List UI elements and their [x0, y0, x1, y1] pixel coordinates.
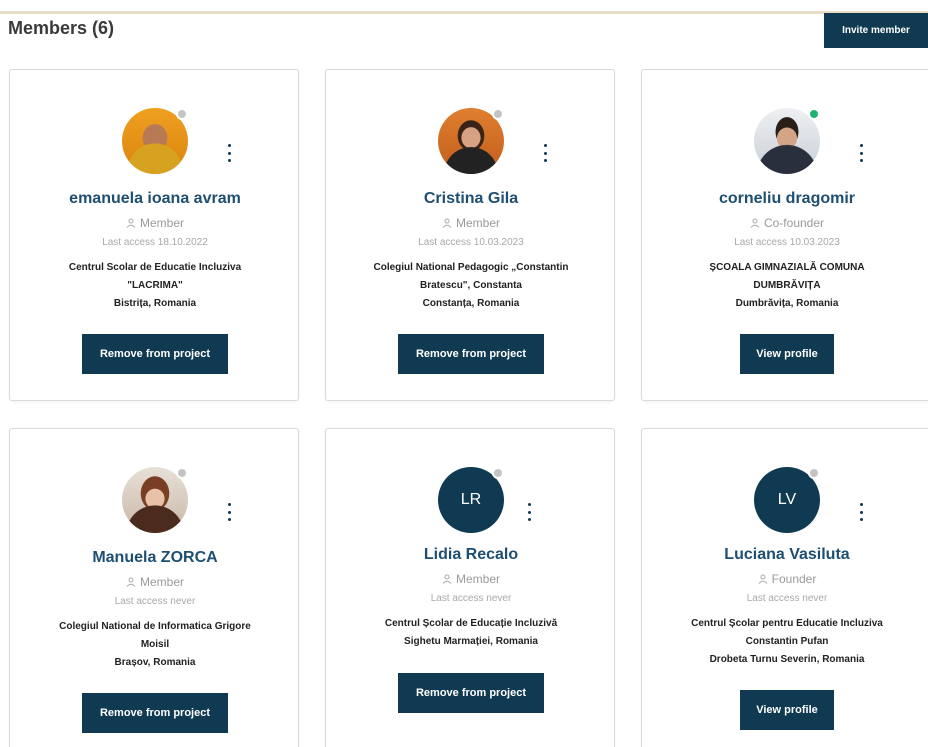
role-label: Founder — [771, 572, 817, 586]
last-access: Last access never — [746, 593, 828, 604]
avatar[interactable] — [122, 467, 188, 533]
last-access: Last access never — [114, 596, 196, 607]
location: Bistrița, Romania — [113, 298, 197, 309]
member-name[interactable]: corneliu dragomir — [642, 190, 928, 208]
member-card: LR Lidia Recalo Member Last access never… — [325, 428, 615, 747]
organization-line: Constantin Pufan — [745, 636, 829, 647]
members-title: Members (6) — [8, 18, 115, 38]
remove-from-project-button[interactable]: Remove from project — [398, 334, 544, 374]
role-label: Co-founder — [763, 216, 825, 230]
organization-line: Centrul Scolar de Educatie Incluziva — [68, 262, 242, 273]
member-role: Co-founder — [642, 216, 928, 230]
member-name[interactable]: emanuela ioana avram — [10, 190, 300, 208]
member-role: Member — [326, 216, 616, 230]
organization: Centrul Școlar pentru Educatie Incluziva… — [662, 615, 912, 669]
location: Brașov, Romania — [114, 657, 196, 668]
organization-line: Colegiul National de Informatica Grigore — [59, 621, 251, 632]
member-role: Founder — [642, 572, 928, 586]
last-access: Last access 10.03.2023 — [418, 237, 524, 248]
more-options-icon[interactable] — [856, 144, 866, 162]
organization-line: Moisil — [140, 639, 170, 650]
user-icon — [442, 218, 452, 228]
status-online-indicator — [808, 108, 820, 120]
top-divider — [0, 11, 928, 14]
member-card: corneliu dragomir Co-founder Last access… — [641, 69, 928, 401]
member-name[interactable]: Luciana Vasiluta — [642, 546, 928, 564]
organization-line: Centrul Școlar de Educație Incluzivă — [384, 618, 558, 629]
organization: Centrul Școlar de Educație Incluzivă Sig… — [346, 615, 596, 651]
remove-from-project-button[interactable]: Remove from project — [82, 334, 228, 374]
organization-line: ȘCOALA GIMNAZIALĂ COMUNA — [709, 262, 865, 273]
member-role: Member — [326, 572, 616, 586]
user-icon — [442, 574, 452, 584]
avatar[interactable]: LV — [754, 467, 820, 533]
remove-from-project-button[interactable]: Remove from project — [82, 693, 228, 733]
more-options-icon[interactable] — [524, 503, 534, 521]
last-access: Last access 18.10.2022 — [102, 237, 208, 248]
status-offline-indicator — [492, 467, 504, 479]
view-profile-button[interactable]: View profile — [740, 690, 834, 730]
status-offline-indicator — [808, 467, 820, 479]
location: Sighetu Marmației, Romania — [404, 636, 538, 647]
organization: Colegiul National de Informatica Grigore… — [30, 618, 280, 672]
organization: Centrul Scolar de Educatie Incluziva "LA… — [30, 259, 280, 313]
avatar[interactable] — [122, 108, 188, 174]
status-offline-indicator — [176, 467, 188, 479]
member-card: Manuela ZORCA Member Last access never C… — [9, 428, 299, 747]
user-icon — [126, 218, 136, 228]
member-role: Member — [10, 216, 300, 230]
member-card: LV Luciana Vasiluta Founder Last access … — [641, 428, 928, 747]
status-offline-indicator — [492, 108, 504, 120]
last-access: Last access 10.03.2023 — [734, 237, 840, 248]
member-name[interactable]: Lidia Recalo — [326, 546, 616, 564]
role-label: Member — [139, 575, 184, 589]
member-card: Cristina Gila Member Last access 10.03.2… — [325, 69, 615, 401]
organization-line: Centrul Școlar pentru Educatie Incluziva — [691, 618, 883, 629]
status-offline-indicator — [176, 108, 188, 120]
location: Dumbrăvița, Romania — [735, 298, 839, 309]
organization: ȘCOALA GIMNAZIALĂ COMUNA DUMBRĂVIȚA Dumb… — [662, 259, 912, 313]
organization-line: Bratescu", Constanta — [420, 280, 522, 291]
member-role: Member — [10, 575, 300, 589]
organization-line: DUMBRĂVIȚA — [753, 280, 821, 291]
more-options-icon[interactable] — [224, 503, 234, 521]
more-options-icon[interactable] — [224, 144, 234, 162]
role-label: Member — [455, 572, 500, 586]
user-icon — [750, 218, 760, 228]
location: Drobeta Turnu Severin, Romania — [709, 654, 865, 665]
member-name[interactable]: Manuela ZORCA — [10, 549, 300, 567]
more-options-icon[interactable] — [540, 144, 550, 162]
more-options-icon[interactable] — [856, 503, 866, 521]
avatar[interactable] — [754, 108, 820, 174]
organization: Colegiul National Pedagogic „Constantin … — [346, 259, 596, 313]
role-label: Member — [455, 216, 500, 230]
member-name[interactable]: Cristina Gila — [326, 190, 616, 208]
member-card: emanuela ioana avram Member Last access … — [9, 69, 299, 401]
location: Constanța, Romania — [422, 298, 520, 309]
organization-line: "LACRIMA" — [127, 280, 183, 291]
remove-from-project-button[interactable]: Remove from project — [398, 673, 544, 713]
invite-member-button[interactable]: Invite member — [824, 13, 928, 48]
last-access: Last access never — [430, 593, 512, 604]
avatar[interactable] — [438, 108, 504, 174]
role-label: Member — [139, 216, 184, 230]
user-icon — [126, 577, 136, 587]
user-icon — [758, 574, 768, 584]
avatar[interactable]: LR — [438, 467, 504, 533]
view-profile-button[interactable]: View profile — [740, 334, 834, 374]
organization-line: Colegiul National Pedagogic „Constantin — [373, 262, 569, 273]
